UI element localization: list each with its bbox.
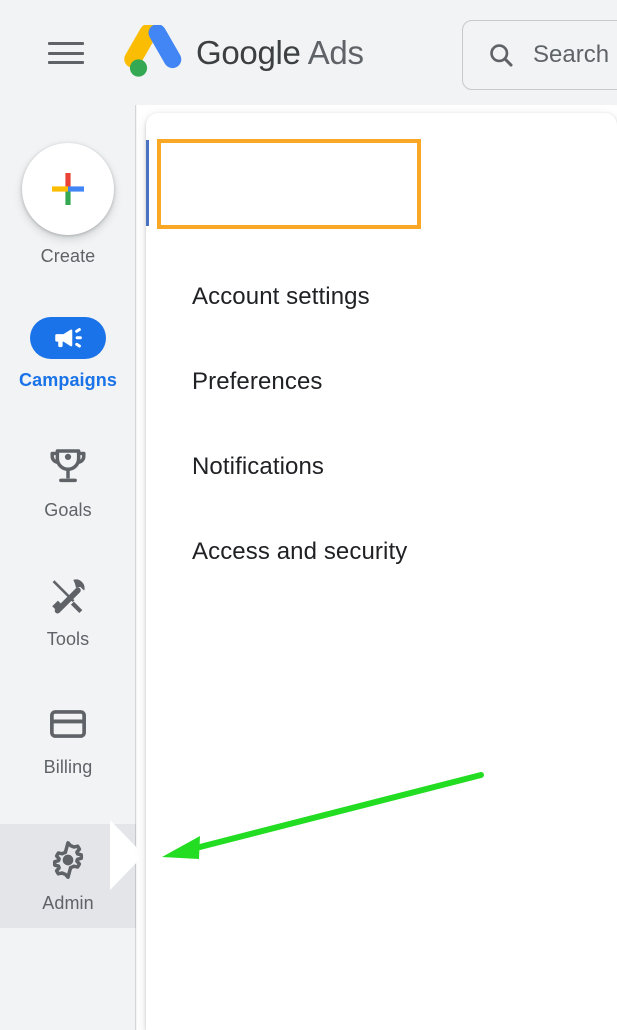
search-input[interactable]: Search [462,20,617,90]
menu-item-notifications[interactable]: Notifications [146,439,617,495]
google-ads-brand[interactable]: Google Ads [124,24,364,82]
sidebar-item-label: Campaigns [19,370,117,390]
sidebar-item-tools[interactable]: Tools [0,574,136,650]
megaphone-icon [55,328,82,348]
gear-icon [52,841,84,879]
search-placeholder: Search [533,41,610,68]
hamburger-menu-icon[interactable] [48,42,84,64]
trophy-icon [50,449,86,483]
menu-item-account-settings[interactable]: Account settings [146,269,617,325]
hamburger-line [48,61,84,64]
sidebar-item-campaigns[interactable]: Campaigns [0,317,136,391]
menu-item-label: Preferences [192,368,323,395]
menu-item-label: Notifications [192,453,325,480]
active-item-indicator [146,140,149,226]
brand-title: Google Ads [196,34,364,72]
sidebar-item-label: Goals [44,500,92,520]
credit-card-icon [50,710,86,738]
sidebar-item-billing[interactable]: Billing [0,702,136,778]
hamburger-line [48,51,84,55]
sidebar-item-label: Tools [46,629,90,649]
google-ads-logo-icon [124,25,182,77]
sidebar-item-label: Admin [42,893,94,913]
sidebar-item-create[interactable]: Create [0,143,136,267]
top-app-bar: Google Ads Search [0,0,617,105]
brand-ads: Ads [307,34,364,71]
tools-icon [52,579,85,614]
campaigns-active-pill [30,317,106,359]
menu-item-preferences[interactable]: Preferences [146,354,617,410]
sidebar-item-goals[interactable]: Goals [0,445,136,521]
menu-item-label: Account settings [192,283,370,310]
sidebar-item-label: Billing [43,757,93,777]
menu-item-label: Access and security [192,538,408,565]
sidebar-item-label: Create [40,246,96,266]
hamburger-line [48,42,84,45]
search-icon [490,44,513,67]
google-ads-app-window: Google Ads Search Create Campaigns Goals… [0,0,617,1030]
create-fab[interactable] [22,143,114,235]
menu-item-access-and-security[interactable]: Access and security [146,524,617,580]
admin-menu-panel: Account settings Preferences Notificatio… [146,113,617,1030]
brand-google: Google [196,34,301,71]
sidebar-item-admin[interactable]: Admin [0,824,136,928]
left-navigation-rail: Create Campaigns Goals Tools Billing Adm… [0,105,136,1030]
plus-icon [52,173,84,205]
